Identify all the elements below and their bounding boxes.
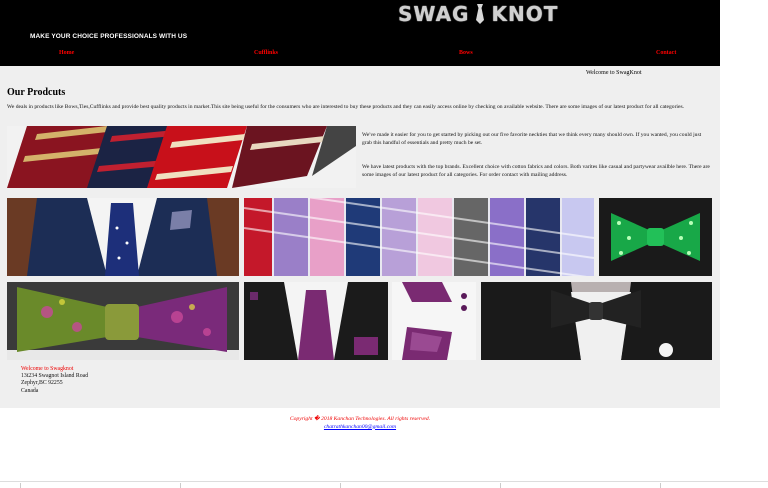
black-bowtie-image [481,282,712,360]
paisley-bowtie-image [7,282,239,360]
address-line-2: Zephyr,BC 92255 [21,380,63,387]
site-header: SWAG KNOT MAKE YOUR CHOICE PROFESSIONALS… [0,0,720,66]
site-logo[interactable]: SWAG KNOT [398,2,558,26]
nav-link-home[interactable]: Home [59,50,74,56]
address-line-3: Canada [21,387,39,394]
welcome-text: Welcome to SwagKnot [586,70,642,76]
address-heading: Welcome to Swagknot [21,366,74,372]
purple-cufflinks-image [392,282,476,360]
paragraph-neckties: We've made it easier for you to get star… [362,132,702,146]
page-title: Our Prodcuts [7,87,66,98]
paragraph-brands: We have latest products with the top bra… [362,164,710,178]
tagline: MAKE YOUR CHOICE PROFESSIONALS WITH US [30,33,188,40]
copyright-text: Copyright � 2018 Kanchan Technologies. A… [289,416,431,422]
ties-banner-image [7,126,356,188]
nav-link-cufflinks[interactable]: Cufflinks [254,50,278,56]
necktie-icon [473,4,487,24]
purple-tie-suit-image [244,282,388,360]
logo-text-right: KNOT [491,2,559,26]
bottom-divider [0,481,768,488]
suit-tie-image [7,198,239,276]
main-content: Welcome to SwagKnot Our Prodcuts We deal… [0,66,720,408]
striped-ties-image [244,198,594,276]
logo-text-left: SWAG [398,2,470,26]
page: SWAG KNOT MAKE YOUR CHOICE PROFESSIONALS… [0,0,768,488]
nav-link-contact[interactable]: Contact [656,50,676,56]
email-link[interactable]: chatrathkanchan00@gmail.com [324,424,396,430]
address-line-1: 13t234 Swagnot Island Road [21,373,89,380]
green-bowtie-image [599,198,712,276]
nav-link-bows[interactable]: Bows [459,50,473,56]
address-block: Welcome to Swagknot 13t234 Swagnot Islan… [21,366,88,395]
site-footer: Copyright � 2018 Kanchan Technologies. A… [0,416,720,431]
intro-paragraph: We deals in products like Bows,Ties,Cuff… [7,104,685,110]
